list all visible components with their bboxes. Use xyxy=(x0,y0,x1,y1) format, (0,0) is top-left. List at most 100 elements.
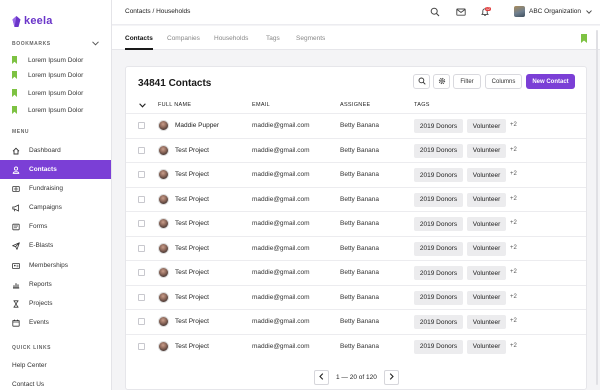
contact-name[interactable]: Test Project xyxy=(175,171,209,178)
table-row[interactable]: Test Project maddie@gmail.com Betty Banana… xyxy=(126,137,586,163)
table-row[interactable]: Maddie Pupper maddie@gmail.com Betty Banan… xyxy=(126,113,586,138)
table-row[interactable]: Test Project maddie@gmail.com Betty Banana… xyxy=(126,235,586,261)
row-checkbox[interactable] xyxy=(138,318,145,325)
bookmark-item[interactable]: Lorem Ipsum Dolor xyxy=(12,55,107,65)
column-header-full-name[interactable]: FULL NAME xyxy=(158,102,191,108)
search-button[interactable] xyxy=(413,74,430,89)
more-tags-count[interactable]: +2 xyxy=(510,294,517,300)
row-checkbox[interactable] xyxy=(138,269,145,276)
tab-companies[interactable]: Companies xyxy=(167,35,200,50)
tab-tags[interactable]: Tags xyxy=(266,35,280,50)
sidebar-item-forms[interactable]: Forms xyxy=(0,217,111,236)
contact-name[interactable]: Test Project xyxy=(175,343,209,350)
filter-button[interactable]: Filter xyxy=(453,74,481,89)
chevron-down-icon[interactable] xyxy=(586,9,592,14)
bookmark-item[interactable]: Lorem Ipsum Dolor xyxy=(12,70,107,80)
tag-chip[interactable]: Volunteer xyxy=(467,339,506,354)
tag-chip[interactable]: 2019 Donors xyxy=(414,241,463,256)
tag-chip[interactable]: 2019 Donors xyxy=(414,192,463,207)
column-header-email[interactable]: EMAIL xyxy=(252,102,270,108)
sidebar-item-fundraising[interactable]: Fundraising xyxy=(0,179,111,198)
tag-chip[interactable]: Volunteer xyxy=(467,266,506,280)
table-row[interactable]: Test Project maddie@gmail.com Betty Banana… xyxy=(126,284,586,310)
tag-chip[interactable]: Volunteer xyxy=(467,192,506,207)
more-tags-count[interactable]: +2 xyxy=(510,343,517,349)
contact-name[interactable]: Test Project xyxy=(175,294,209,301)
row-checkbox[interactable] xyxy=(138,244,145,252)
more-tags-count[interactable]: +2 xyxy=(510,147,517,153)
prev-page-button[interactable] xyxy=(314,370,329,385)
sidebar-item-campaigns[interactable]: Campaigns xyxy=(0,198,111,217)
tab-segments[interactable]: Segments xyxy=(296,35,325,50)
table-row[interactable]: Test Project maddie@gmail.com Betty Banana… xyxy=(126,333,586,359)
tag-chip[interactable]: Volunteer xyxy=(467,143,506,158)
org-avatar[interactable] xyxy=(514,6,525,17)
scrollbar[interactable] xyxy=(596,30,598,385)
tag-chip[interactable]: Volunteer xyxy=(467,168,506,182)
table-row[interactable]: Test Project maddie@gmail.com Betty Banana… xyxy=(126,162,586,187)
column-header-tags[interactable]: TAGS xyxy=(414,102,430,108)
row-checkbox[interactable] xyxy=(138,171,145,178)
contact-name[interactable]: Test Project xyxy=(175,147,209,154)
row-checkbox[interactable] xyxy=(138,220,145,227)
sidebar-item-memberships[interactable]: Memberships xyxy=(0,256,111,275)
bookmark-item[interactable]: Lorem Ipsum Dolor xyxy=(12,105,107,115)
row-checkbox[interactable] xyxy=(138,293,145,301)
tag-chip[interactable]: 2019 Donors xyxy=(414,217,463,231)
tag-chip[interactable]: 2019 Donors xyxy=(414,168,463,182)
row-checkbox[interactable] xyxy=(138,342,145,350)
tab-contacts[interactable]: Contacts xyxy=(125,35,153,50)
more-tags-count[interactable]: +2 xyxy=(510,245,517,251)
chevron-down-icon[interactable] xyxy=(92,41,99,46)
tag-chip[interactable]: 2019 Donors xyxy=(414,315,463,329)
sidebar-item-dashboard[interactable]: Dashboard xyxy=(0,141,111,160)
tag-chip[interactable]: 2019 Donors xyxy=(414,119,463,133)
table-row[interactable]: Test Project maddie@gmail.com Betty Banana… xyxy=(126,211,586,236)
mail-icon[interactable] xyxy=(456,7,466,17)
sidebar-item-e-blasts[interactable]: E-Blasts xyxy=(0,236,111,255)
quick-link-contact-us[interactable]: Contact Us xyxy=(12,381,44,388)
sidebar-item-events[interactable]: Events xyxy=(0,313,111,332)
contact-name[interactable]: Test Project xyxy=(175,196,209,203)
more-tags-count[interactable]: +2 xyxy=(510,196,517,202)
more-tags-count[interactable]: +2 xyxy=(510,122,517,128)
column-header-assignee[interactable]: ASSIGNEE xyxy=(340,102,371,108)
contact-name[interactable]: Maddie Pupper xyxy=(175,122,219,129)
contact-name[interactable]: Test Project xyxy=(175,220,209,227)
tag-chip[interactable]: 2019 Donors xyxy=(414,290,463,305)
contact-name[interactable]: Test Project xyxy=(175,245,209,252)
more-tags-count[interactable]: +2 xyxy=(510,220,517,226)
quick-link-help-center[interactable]: Help Center xyxy=(12,362,47,369)
sidebar-item-reports[interactable]: Reports xyxy=(0,275,111,294)
next-page-button[interactable] xyxy=(383,370,399,385)
search-icon[interactable] xyxy=(430,7,440,17)
settings-button[interactable] xyxy=(433,74,450,89)
table-row[interactable]: Test Project maddie@gmail.com Betty Banana… xyxy=(126,260,586,285)
new-contact-button[interactable]: New Contact xyxy=(526,74,575,89)
chevron-down-icon[interactable] xyxy=(139,103,146,108)
table-row[interactable]: Test Project maddie@gmail.com Betty Banana… xyxy=(126,309,586,334)
tag-chip[interactable]: Volunteer xyxy=(467,315,506,329)
tag-chip[interactable]: Volunteer xyxy=(467,217,506,231)
tab-households[interactable]: Households xyxy=(214,35,248,50)
contact-name[interactable]: Test Project xyxy=(175,318,209,325)
bookmark-icon[interactable] xyxy=(581,34,587,43)
tag-chip[interactable]: 2019 Donors xyxy=(414,339,463,354)
columns-button[interactable]: Columns xyxy=(485,74,522,89)
bookmark-item[interactable]: Lorem Ipsum Dolor xyxy=(12,88,107,98)
tag-chip[interactable]: 2019 Donors xyxy=(414,266,463,280)
contact-name[interactable]: Test Project xyxy=(175,269,209,276)
more-tags-count[interactable]: +2 xyxy=(510,318,517,324)
row-checkbox[interactable] xyxy=(138,122,145,129)
row-checkbox[interactable] xyxy=(138,195,145,203)
sidebar-item-contacts[interactable]: Contacts xyxy=(0,160,111,179)
more-tags-count[interactable]: +2 xyxy=(510,171,517,177)
app-logo[interactable]: keela xyxy=(12,15,53,27)
tag-chip[interactable]: 2019 Donors xyxy=(414,143,463,158)
tag-chip[interactable]: Volunteer xyxy=(467,290,506,305)
sidebar-item-projects[interactable]: Projects xyxy=(0,294,111,313)
more-tags-count[interactable]: +2 xyxy=(510,269,517,275)
row-checkbox[interactable] xyxy=(138,146,145,154)
tag-chip[interactable]: Volunteer xyxy=(467,119,506,133)
table-row[interactable]: Test Project maddie@gmail.com Betty Banana… xyxy=(126,186,586,212)
